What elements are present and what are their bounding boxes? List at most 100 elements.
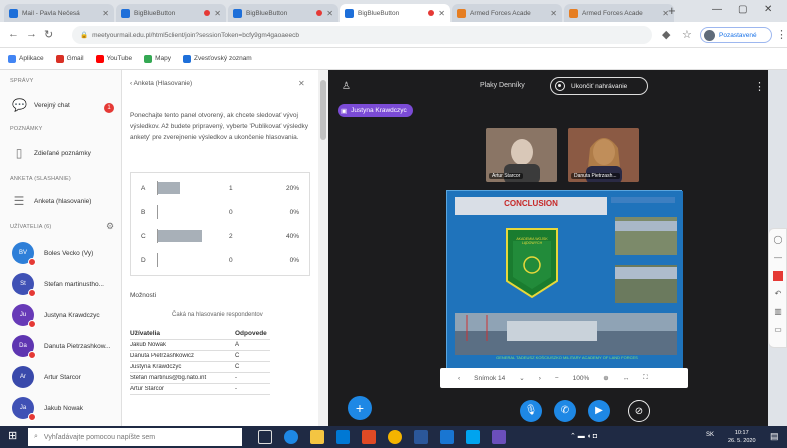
avatar-initials: Ar bbox=[20, 374, 26, 380]
muted-icon bbox=[28, 413, 36, 421]
word-icon[interactable] bbox=[414, 430, 428, 444]
undo-icon[interactable]: ↶ bbox=[773, 289, 783, 299]
response-user: Stefan martinus@bg.nato.int bbox=[130, 375, 207, 381]
maximize-icon[interactable]: ▢ bbox=[738, 4, 747, 15]
sidebar: SPRÁVY 💬 Verejný chat 1 POZNÁMKY ▯ Zdieľ… bbox=[0, 70, 122, 426]
user-list-item[interactable]: St Stefan martinustho... bbox=[12, 273, 104, 297]
bookmark-item[interactable]: Zvesťovský zoznam bbox=[183, 54, 252, 63]
tab-favicon bbox=[345, 8, 354, 18]
windows-start-icon[interactable]: ⊞ bbox=[8, 430, 20, 442]
sidebar-item-public-chat[interactable]: 💬 Verejný chat bbox=[12, 98, 70, 112]
browser-tab[interactable]: BigBlueButton ✕ bbox=[228, 4, 338, 22]
bookmark-item[interactable]: Aplikace bbox=[8, 54, 44, 63]
tray-icons[interactable]: ⌃ ▬ ◖ ◘ bbox=[570, 432, 597, 440]
reload-icon[interactable]: ↻ bbox=[44, 28, 53, 41]
language-indicator[interactable]: SK bbox=[706, 432, 714, 438]
fit-width-icon[interactable]: ↔ bbox=[623, 375, 630, 382]
app-icon[interactable] bbox=[466, 430, 480, 444]
task-view-icon[interactable] bbox=[258, 430, 272, 444]
responses-label: Možnosti bbox=[130, 292, 157, 299]
screen-share-icon: ⊘ bbox=[634, 406, 644, 417]
chrome-icon[interactable] bbox=[388, 430, 402, 444]
poll-option-label: B bbox=[141, 208, 146, 216]
extension-icon[interactable]: ◆ bbox=[662, 28, 670, 41]
sidebar-item-shared-notes[interactable]: ▯ Zdieľané poznámky bbox=[12, 146, 91, 160]
avatar: Ju bbox=[12, 304, 36, 328]
zoom-in-icon[interactable]: ⊕ bbox=[603, 374, 608, 382]
file-explorer-icon[interactable] bbox=[310, 430, 324, 444]
muted-icon bbox=[28, 351, 36, 359]
bookmark-item[interactable]: YouTube bbox=[95, 54, 132, 63]
bookmark-icon bbox=[95, 54, 104, 63]
slide-selector[interactable]: Snímok 14 bbox=[474, 375, 505, 382]
poll-option-percent: 0% bbox=[289, 256, 299, 264]
table-row: Artur Starcor - bbox=[130, 384, 270, 395]
browser-tab[interactable]: Armed Forces Acade ✕ bbox=[564, 4, 674, 22]
user-icon[interactable]: ♙ bbox=[342, 81, 351, 92]
previous-slide-icon[interactable]: ‹ bbox=[458, 375, 460, 382]
panel-scrollbar[interactable] bbox=[318, 70, 328, 426]
share-webcam-button[interactable]: ▶ bbox=[588, 400, 610, 422]
office-icon[interactable] bbox=[362, 430, 376, 444]
mail-icon[interactable] bbox=[440, 430, 454, 444]
edge-icon[interactable] bbox=[284, 430, 298, 444]
forward-icon[interactable]: → bbox=[26, 28, 37, 40]
browser-tab[interactable]: BigBlueButton ✕ bbox=[340, 4, 450, 22]
bookmark-label: Zvesťovský zoznam bbox=[194, 55, 252, 62]
user-list-item[interactable]: Ju Justyna Krawdczyc bbox=[12, 304, 100, 328]
close-tab-icon[interactable]: ✕ bbox=[326, 9, 333, 18]
browser-tab[interactable]: Mail - Pavla Nečesá ✕ bbox=[4, 4, 114, 22]
fullscreen-icon[interactable]: ⛶ bbox=[643, 374, 648, 382]
recording-button[interactable]: Ukončiť nahrávanie bbox=[550, 77, 648, 95]
address-bar[interactable]: 🔒 meetyourmail.edu.pl/html5client/join?s… bbox=[72, 26, 652, 44]
user-list-item[interactable]: BV Boles Vecko (Vy) bbox=[12, 242, 93, 266]
scroll-thumb[interactable] bbox=[320, 80, 326, 140]
gear-icon[interactable]: ⚙ bbox=[106, 221, 114, 232]
close-tab-icon[interactable]: ✕ bbox=[214, 9, 221, 18]
poll-option-row: A 1 20% bbox=[141, 179, 301, 197]
actions-button[interactable]: + bbox=[348, 396, 372, 420]
sidebar-item-poll[interactable]: ☰ Anketa (hlasovanie) bbox=[12, 194, 92, 208]
leave-audio-button[interactable]: ✆ bbox=[554, 400, 576, 422]
multi-user-icon[interactable]: ▭ bbox=[773, 325, 783, 335]
profile-button[interactable]: Pozastavené bbox=[700, 27, 772, 43]
tab-title: Mail - Pavla Nečesá bbox=[22, 9, 80, 17]
back-icon[interactable]: ← bbox=[8, 28, 19, 40]
close-tab-icon[interactable]: ✕ bbox=[102, 9, 109, 18]
user-list-item[interactable]: Da Danuta Pietrzashkow... bbox=[12, 335, 110, 359]
bookmark-item[interactable]: Mapy bbox=[144, 54, 171, 63]
menu-icon[interactable]: ⋮ bbox=[776, 28, 787, 41]
webcam-tile[interactable]: Artur Starcor bbox=[486, 128, 557, 182]
clear-icon[interactable]: ▥ bbox=[773, 307, 783, 317]
teams-icon[interactable] bbox=[492, 430, 506, 444]
user-list-item[interactable]: Ja Jakub Nowak bbox=[12, 397, 83, 421]
close-tab-icon[interactable]: ✕ bbox=[550, 9, 557, 18]
close-panel-icon[interactable]: ✕ bbox=[298, 79, 305, 88]
new-tab-button[interactable]: + bbox=[668, 3, 676, 18]
store-icon[interactable] bbox=[336, 430, 350, 444]
user-list-item[interactable]: Ar Artur Starcor bbox=[12, 366, 81, 388]
zoom-out-icon[interactable]: − bbox=[555, 375, 559, 382]
color-icon[interactable]: — bbox=[773, 253, 783, 263]
red-color-swatch[interactable] bbox=[773, 271, 783, 281]
clock[interactable]: 10:17 26. 5. 2020 bbox=[728, 429, 756, 445]
notifications-icon[interactable]: ▤ bbox=[770, 431, 779, 442]
screen-share-button[interactable]: ⊘ bbox=[628, 400, 650, 422]
browser-tab[interactable]: Armed Forces Acade ✕ bbox=[452, 4, 562, 22]
browser-tab[interactable]: BigBlueButton ✕ bbox=[116, 4, 226, 22]
minimize-icon[interactable]: — bbox=[712, 4, 722, 15]
close-window-icon[interactable]: ✕ bbox=[764, 4, 772, 15]
taskbar-search[interactable]: ⌕ Vyhľadávajte pomocou napíšte sem bbox=[28, 428, 242, 446]
poll-option-row: B 0 0% bbox=[141, 203, 301, 221]
close-tab-icon[interactable]: ✕ bbox=[438, 9, 445, 18]
poll-header[interactable]: ‹ Anketa (Hlasovanie) bbox=[130, 80, 192, 87]
next-slide-icon[interactable]: › bbox=[539, 375, 541, 382]
mute-button[interactable]: 🎙 bbox=[520, 400, 542, 422]
bookmark-icon bbox=[8, 54, 16, 63]
recording-indicator-icon bbox=[316, 10, 323, 16]
bookmark-item[interactable]: Gmail bbox=[55, 54, 84, 63]
options-icon[interactable]: ⋮ bbox=[754, 80, 765, 93]
star-icon[interactable]: ☆ bbox=[682, 28, 692, 41]
webcam-tile[interactable]: Danuta Pietrzash... bbox=[568, 128, 639, 182]
pointer-icon[interactable]: ◯ bbox=[773, 235, 783, 245]
